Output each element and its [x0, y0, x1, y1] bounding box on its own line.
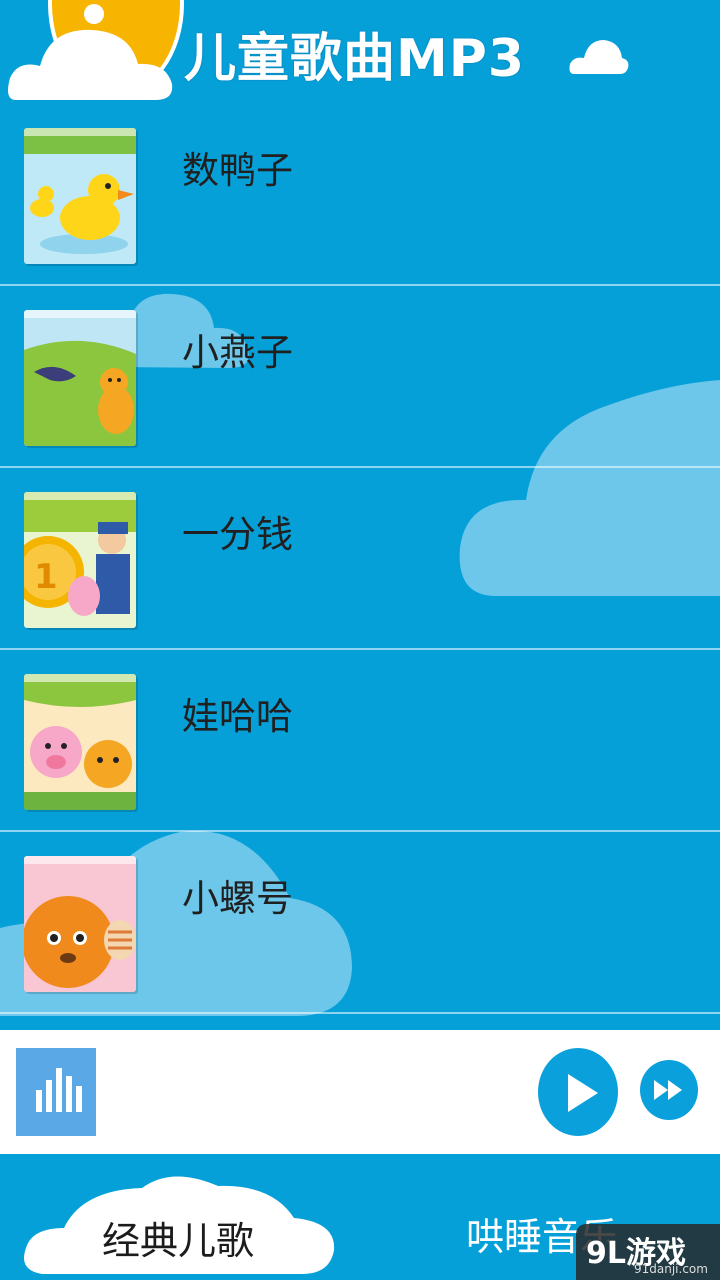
song-row[interactable]: 小螺号 [0, 832, 720, 1014]
song-row[interactable]: 小燕子 [0, 286, 720, 468]
watermark-badge: 9L游戏 91danji.com [576, 1224, 720, 1280]
cloud-logo-icon [8, 29, 173, 100]
song-title: 数鸭子 [182, 149, 293, 192]
app-title: 儿童歌曲MP3 [184, 29, 526, 89]
equalizer-icon[interactable] [16, 1048, 96, 1136]
song-title: 小螺号 [182, 877, 293, 920]
app-header: 儿童歌曲MP3 [0, 0, 720, 112]
sun-highlight [84, 4, 104, 24]
song-title: 娃哈哈 [182, 695, 293, 738]
song-title: 一分钱 [182, 513, 293, 556]
play-icon [568, 1074, 598, 1112]
song-row[interactable]: 娃哈哈 [0, 650, 720, 832]
play-button[interactable] [538, 1048, 618, 1136]
header-cloud-icon [569, 40, 629, 74]
tab-classic-songs[interactable]: 经典儿歌 [102, 1210, 254, 1265]
song-title: 小燕子 [182, 331, 293, 374]
song-cover-swallow [24, 310, 136, 446]
next-button[interactable] [640, 1060, 698, 1120]
app-screen: 儿童歌曲MP3 数鸭子 小燕子 1 一分钱 娃哈哈 小螺号 经典儿歌 哄睡音乐 … [0, 0, 720, 1280]
svg-text:1: 1 [34, 557, 58, 597]
song-cover-coin: 1 [24, 492, 136, 628]
song-cover-conch [24, 856, 136, 992]
watermark-url: 91danji.com [634, 1262, 708, 1276]
song-row[interactable]: 数鸭子 [0, 104, 720, 286]
fast-forward-icon [654, 1080, 682, 1100]
song-list: 数鸭子 小燕子 1 一分钱 娃哈哈 小螺号 [0, 104, 720, 1014]
song-row[interactable]: 1 一分钱 [0, 468, 720, 650]
player-bar [0, 1030, 720, 1154]
song-cover-pigs [24, 674, 136, 810]
song-cover-duck [24, 128, 136, 264]
